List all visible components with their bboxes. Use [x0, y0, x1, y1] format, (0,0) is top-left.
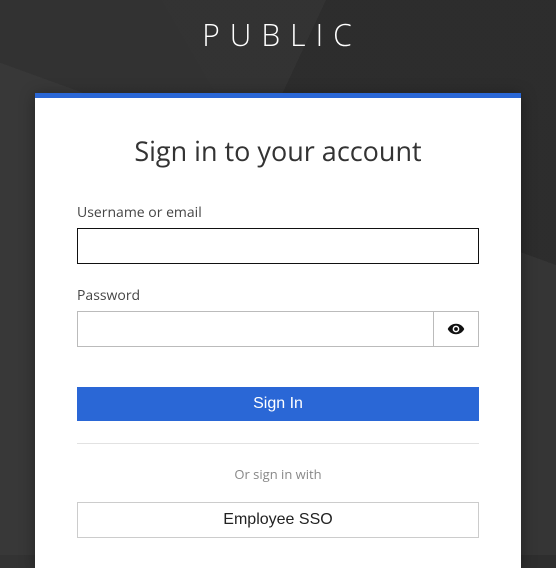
username-label: Username or email	[77, 203, 479, 222]
password-row	[77, 311, 479, 347]
toggle-password-button[interactable]	[433, 311, 479, 347]
signin-card: Sign in to your account Username or emai…	[35, 93, 521, 568]
card-title: Sign in to your account	[77, 132, 479, 169]
alt-signin-divider: Or sign in with Employee SSO	[77, 443, 479, 538]
password-label: Password	[77, 286, 479, 305]
password-input[interactable]	[77, 311, 433, 347]
username-input[interactable]	[77, 228, 479, 264]
sso-button[interactable]: Employee SSO	[77, 502, 479, 538]
divider-text: Or sign in with	[234, 465, 321, 483]
signin-button[interactable]: Sign In	[77, 387, 479, 421]
brand-title: PUBLIC	[0, 0, 556, 55]
eye-icon	[447, 320, 465, 338]
